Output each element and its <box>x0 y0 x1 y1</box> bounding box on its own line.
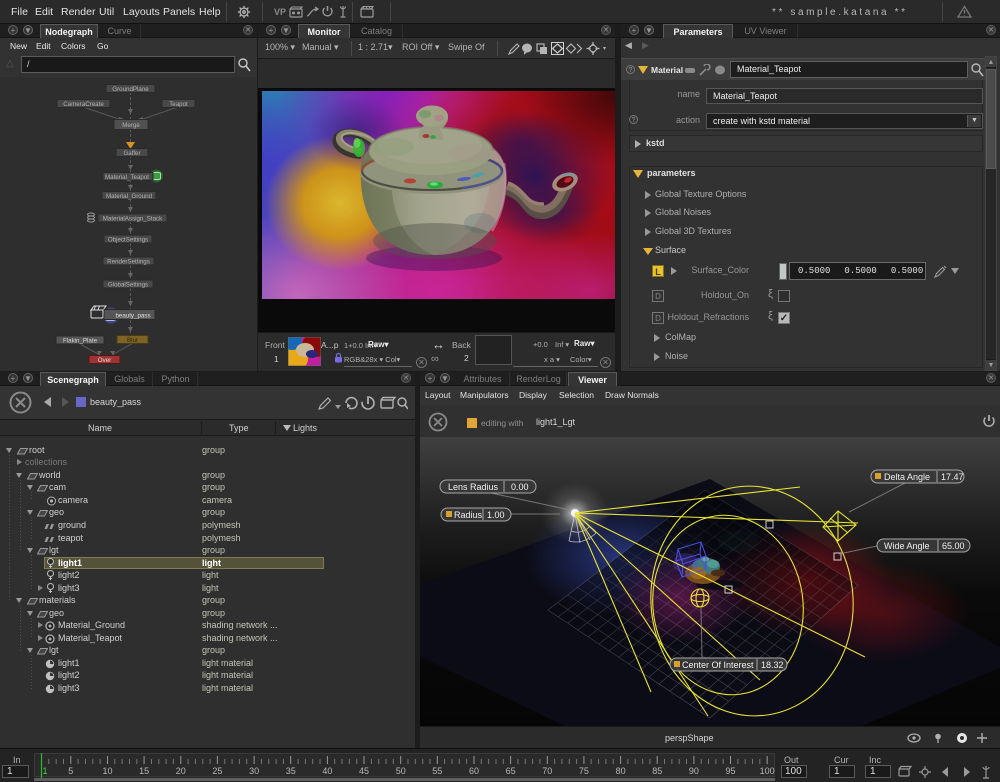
svg-text:Flakin_Plate: Flakin_Plate <box>63 338 98 345</box>
svg-text:Delta Angle: Delta Angle <box>884 472 930 482</box>
svg-text:20: 20 <box>176 766 186 776</box>
svg-text:Gaffer: Gaffer <box>123 150 140 157</box>
svg-text:25: 25 <box>212 766 222 776</box>
svg-text:35: 35 <box>286 766 296 776</box>
svg-text:85: 85 <box>652 766 662 776</box>
svg-text:Material_Teapot: Material_Teapot <box>105 174 149 181</box>
svg-text:Wide Angle: Wide Angle <box>884 541 930 551</box>
svg-text:Merge: Merge <box>122 122 140 129</box>
svg-text:60: 60 <box>469 766 479 776</box>
svg-text:1: 1 <box>43 766 48 776</box>
svg-text:beauty_pass: beauty_pass <box>115 313 150 320</box>
svg-text:100: 100 <box>760 766 775 776</box>
svg-text:40: 40 <box>322 766 332 776</box>
svg-text:Teapot: Teapot <box>169 101 188 108</box>
svg-text:Radius: Radius <box>454 510 483 520</box>
svg-text:55: 55 <box>432 766 442 776</box>
svg-text:95: 95 <box>725 766 735 776</box>
svg-text:65.00: 65.00 <box>942 541 965 551</box>
svg-text:50: 50 <box>396 766 406 776</box>
svg-text:Blur: Blur <box>127 337 138 344</box>
svg-text:75: 75 <box>579 766 589 776</box>
svg-text:90: 90 <box>689 766 699 776</box>
svg-text:70: 70 <box>542 766 552 776</box>
svg-text:0.00: 0.00 <box>511 482 529 492</box>
svg-text:ObjectSettings: ObjectSettings <box>108 237 148 244</box>
svg-text:15: 15 <box>139 766 149 776</box>
svg-text:RenderSettings: RenderSettings <box>107 259 150 266</box>
svg-text:10: 10 <box>102 766 112 776</box>
svg-text:Lens Radius: Lens Radius <box>448 482 499 492</box>
svg-text:45: 45 <box>359 766 369 776</box>
svg-text:30: 30 <box>249 766 259 776</box>
svg-text:18.32: 18.32 <box>761 660 784 670</box>
svg-text:CameraCreate: CameraCreate <box>63 101 104 108</box>
svg-text:Material_Ground: Material_Ground <box>106 193 153 200</box>
svg-text:MaterialAssign_Stack: MaterialAssign_Stack <box>103 216 163 223</box>
svg-text:80: 80 <box>616 766 626 776</box>
svg-text:GroundPlane: GroundPlane <box>112 86 149 93</box>
svg-text:Over: Over <box>98 357 111 364</box>
svg-text:5: 5 <box>68 766 73 776</box>
svg-text:65: 65 <box>506 766 516 776</box>
svg-text:Center Of Interest: Center Of Interest <box>682 660 754 670</box>
svg-text:17.47: 17.47 <box>941 472 964 482</box>
svg-text:1.00: 1.00 <box>487 510 505 520</box>
svg-text:GlobalSettings: GlobalSettings <box>108 282 148 289</box>
